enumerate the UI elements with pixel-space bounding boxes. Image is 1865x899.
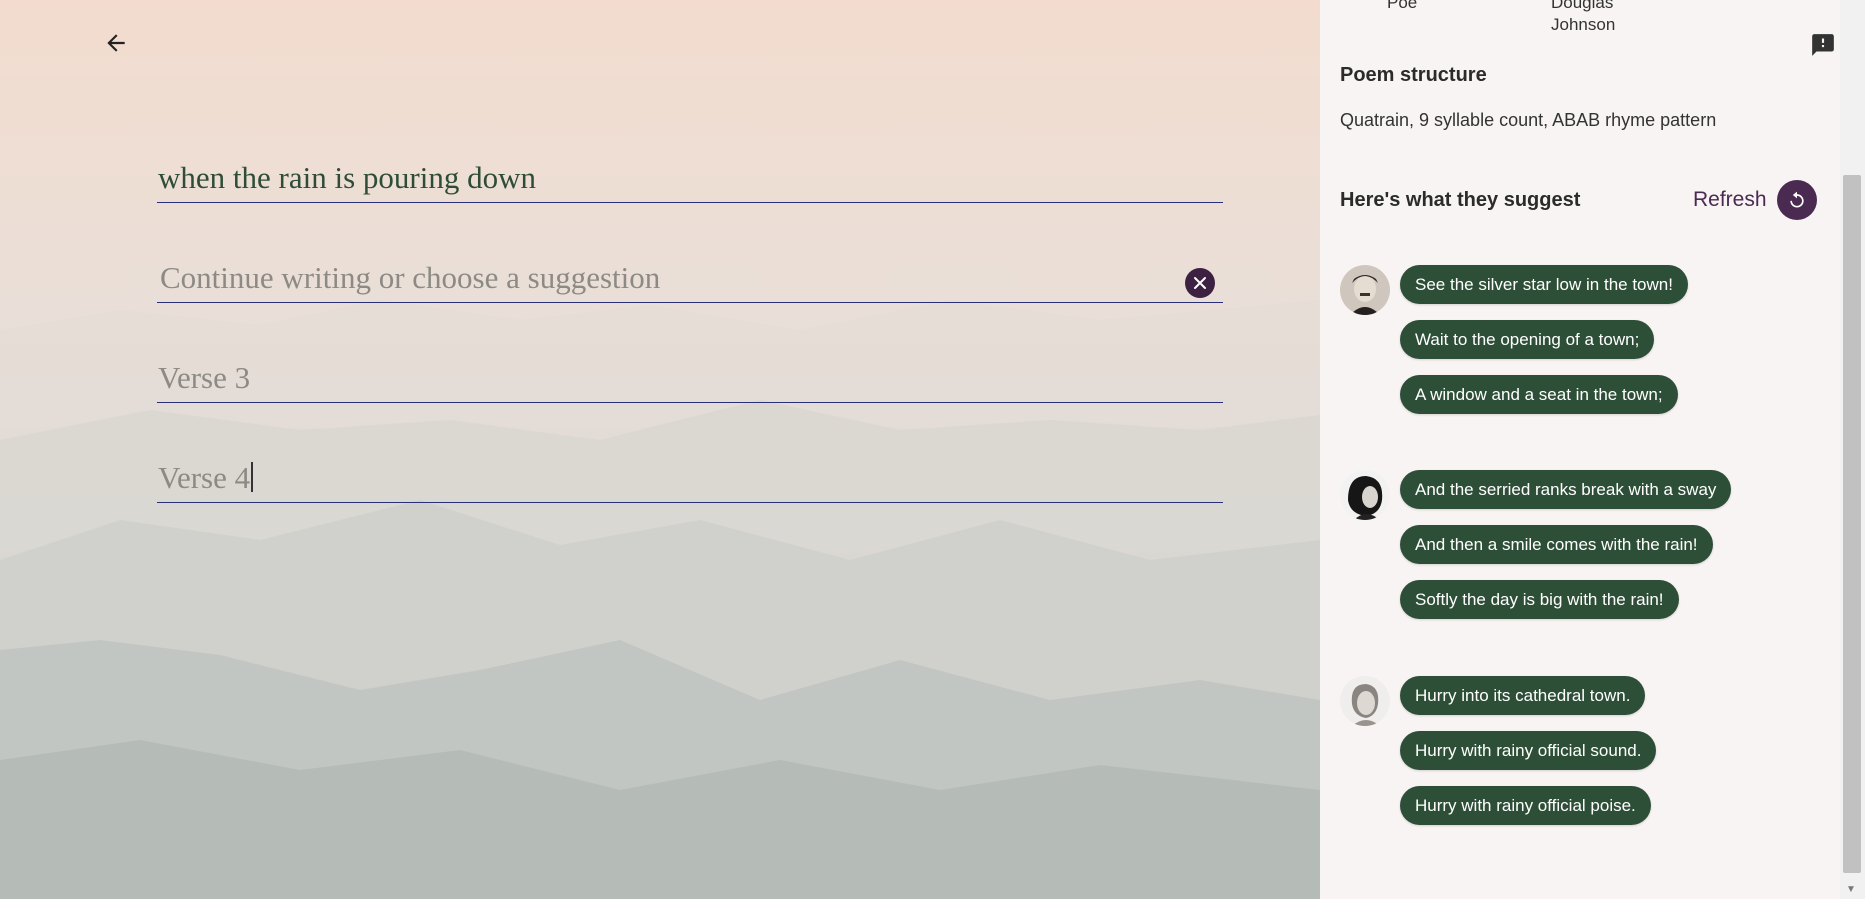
author-avatar-2 [1340, 470, 1390, 520]
clear-verse-button[interactable] [1185, 268, 1215, 298]
suggestion-chip[interactable]: Hurry into its cathedral town. [1400, 676, 1646, 715]
author-name-1: Poe [1387, 0, 1418, 12]
back-arrow-icon [107, 34, 125, 52]
refresh-button[interactable]: Refresh [1693, 179, 1817, 221]
suggest-title: Here's what they suggest [1340, 189, 1581, 211]
verse-3-placeholder: Verse 3 [158, 360, 251, 395]
structure-title: Poem structure [1340, 64, 1487, 86]
verse-2-placeholder: Continue writing or choose a suggestion [160, 260, 661, 295]
author-name-2: Douglas Johnson [1551, 0, 1616, 34]
suggestion-chip[interactable]: Softly the day is big with the rain! [1400, 580, 1679, 619]
suggestion-chip[interactable]: And the serried ranks break with a sway [1400, 470, 1732, 509]
author-avatar-1 [1340, 265, 1390, 315]
close-icon [1194, 277, 1206, 289]
verse-2-input[interactable]: Continue writing or choose a suggestion [157, 253, 1223, 303]
structure-text: Quatrain, 9 syllable count, ABAB rhyme p… [1340, 110, 1717, 130]
verse-1-text: when the rain is pouring down [158, 160, 536, 195]
editor-panel: when the rain is pouring down Continue w… [0, 0, 1320, 899]
text-caret [251, 462, 253, 492]
author-avatar-3 [1340, 676, 1390, 726]
suggestion-chip[interactable]: See the silver star low in the town! [1400, 265, 1688, 304]
verse-4-placeholder: Verse 4 [158, 460, 253, 496]
suggestion-chip[interactable]: Wait to the opening of a town; [1400, 320, 1655, 359]
suggestion-chip[interactable]: And then a smile comes with the rain! [1400, 525, 1713, 564]
verse-4-input[interactable]: Verse 4 [157, 453, 1223, 503]
verse-3-input[interactable]: Verse 3 [157, 353, 1223, 403]
refresh-icon [1776, 180, 1817, 220]
feedback-icon [1812, 34, 1834, 56]
scrollbar-thumb[interactable] [1843, 175, 1861, 873]
mountain-background [0, 300, 1320, 899]
scroll-down-arrow-icon[interactable]: ▼ [1846, 884, 1856, 895]
suggestion-chip[interactable]: Hurry with rainy official poise. [1400, 786, 1651, 825]
suggestion-chip[interactable]: A window and a seat in the town; [1400, 375, 1678, 414]
refresh-label: Refresh [1693, 188, 1767, 211]
suggestion-chip[interactable]: Hurry with rainy official sound. [1400, 731, 1657, 770]
feedback-button[interactable] [1810, 32, 1836, 58]
verse-1-input[interactable]: when the rain is pouring down [157, 153, 1223, 203]
back-button[interactable] [99, 26, 133, 60]
